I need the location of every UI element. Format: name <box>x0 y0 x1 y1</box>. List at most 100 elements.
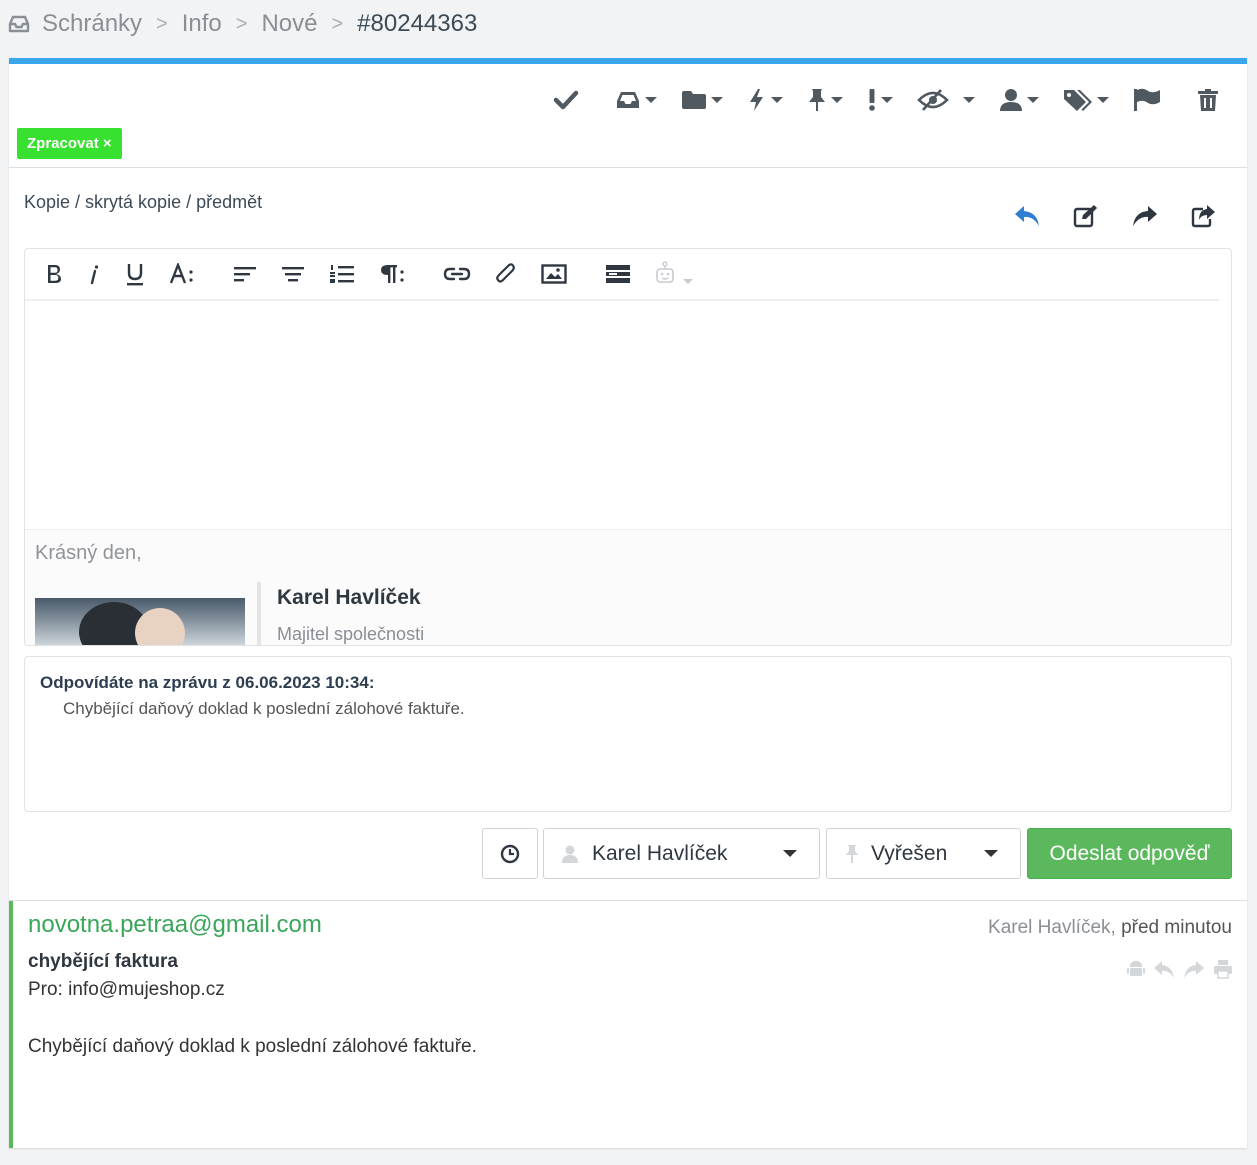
android-button[interactable] <box>1127 959 1145 979</box>
underline-icon <box>127 264 143 286</box>
chevron-down-icon <box>881 97 893 103</box>
chevron-down-icon <box>984 850 998 857</box>
chevron-down-icon <box>1027 97 1039 103</box>
android-icon <box>1127 961 1145 976</box>
message-time: před minutou <box>1121 917 1232 938</box>
chevron-down-icon <box>711 97 723 103</box>
message-subject: chybějící faktura <box>28 951 178 972</box>
paperclip-icon <box>496 263 515 283</box>
delete-button[interactable] <box>1197 88 1219 112</box>
font-size-button[interactable] <box>169 259 195 289</box>
chevron-down-icon <box>1097 97 1109 103</box>
chevron-down-icon <box>771 97 783 103</box>
schedule-button[interactable] <box>482 828 538 879</box>
inbox-dropdown[interactable] <box>615 89 657 111</box>
signature: Krásný den, Karel Havlíček Majitel spole… <box>25 529 1231 645</box>
forward-icon <box>1133 206 1157 226</box>
insert-image-button[interactable] <box>541 259 567 289</box>
message-actions <box>1119 959 1233 979</box>
assignee-select[interactable]: Karel Havlíček <box>543 828 820 879</box>
breadcrumb-info[interactable]: Info <box>182 10 222 38</box>
italic-icon <box>90 265 99 285</box>
eye-slash-icon <box>917 89 949 111</box>
reply-action-row: Karel Havlíček Vyřešen Odeslat odpověď <box>482 828 1232 879</box>
message-recipient: Pro: info@mujeshop.cz <box>28 979 225 1000</box>
print-button[interactable] <box>1213 959 1233 979</box>
pin-icon <box>809 89 825 111</box>
assign-user-dropdown[interactable] <box>999 88 1039 112</box>
message-forward-button[interactable] <box>1183 959 1205 979</box>
align-left-icon <box>234 267 256 282</box>
template-button[interactable] <box>605 259 631 289</box>
exclamation-icon <box>869 89 875 111</box>
signature-greeting: Krásný den, <box>35 542 142 564</box>
inbox-icon <box>617 92 639 108</box>
divider <box>9 167 1247 168</box>
bolt-dropdown[interactable] <box>747 88 783 112</box>
align-center-icon <box>282 267 304 282</box>
chevron-down-icon <box>963 97 975 103</box>
tag-zpracovat[interactable]: Zpracovat × <box>17 128 122 159</box>
bold-icon <box>48 265 61 283</box>
folder-icon <box>682 91 706 109</box>
align-left-button[interactable] <box>233 259 257 289</box>
italic-button[interactable] <box>87 259 101 289</box>
message-body: Chybějící daňový doklad k poslední záloh… <box>28 1036 477 1057</box>
signature-divider <box>257 582 261 645</box>
breadcrumb-separator: > <box>235 12 248 35</box>
attach-file-button[interactable] <box>495 259 517 289</box>
paragraph-button[interactable] <box>379 259 405 289</box>
robot-icon <box>656 261 674 283</box>
reply-editor: Krásný den, Karel Havlíček Majitel spole… <box>24 248 1232 646</box>
insert-link-button[interactable] <box>443 259 471 289</box>
flag-button[interactable] <box>1133 88 1161 112</box>
reply-icon <box>1015 206 1039 226</box>
message-item: novotna.petraa@gmail.com Karel Havlíček,… <box>9 901 1247 1148</box>
align-center-button[interactable] <box>281 259 305 289</box>
ai-assistant-button[interactable] <box>655 259 693 289</box>
bold-button[interactable] <box>45 259 63 289</box>
chevron-down-icon <box>683 278 693 284</box>
cc-bcc-subject-link[interactable]: Kopie / skrytá kopie / předmět <box>24 192 262 213</box>
reply-button[interactable] <box>1013 204 1041 228</box>
status-select[interactable]: Vyřešen <box>826 828 1021 879</box>
chevron-down-icon <box>831 97 843 103</box>
print-icon <box>1214 960 1232 979</box>
ticket-panel: Zpracovat × Kopie / skrytá kopie / předm… <box>9 58 1247 1148</box>
check-icon <box>553 90 579 110</box>
check-button[interactable] <box>553 89 579 111</box>
ordered-list-button[interactable] <box>329 259 355 289</box>
assignee-value: Karel Havlíček <box>592 841 728 865</box>
flag-icon <box>1134 88 1160 111</box>
share-button[interactable] <box>1191 204 1217 228</box>
message-meta: Karel Havlíček, před minutou <box>988 917 1232 939</box>
template-icon <box>606 265 630 283</box>
editor-body[interactable] <box>25 303 1231 529</box>
message-author: Karel Havlíček, <box>988 917 1116 938</box>
forward-icon <box>1184 961 1204 978</box>
breadcrumb-nove[interactable]: Nové <box>261 10 317 38</box>
signature-name: Karel Havlíček <box>277 586 421 609</box>
quoted-message: Odpovídáte na zprávu z 06.06.2023 10:34:… <box>24 656 1232 812</box>
link-icon <box>443 267 471 281</box>
forward-button[interactable] <box>1131 204 1159 228</box>
ordered-list-icon <box>330 265 354 283</box>
font-size-icon <box>169 263 193 284</box>
tags-dropdown[interactable] <box>1063 88 1109 112</box>
message-sender[interactable]: novotna.petraa@gmail.com <box>28 911 322 939</box>
ticket-toolbar <box>529 80 1219 120</box>
breadcrumb: Schránky > Info > Nové > #80244363 <box>8 8 477 40</box>
bolt-icon <box>750 89 763 111</box>
visibility-dropdown[interactable] <box>917 88 975 112</box>
edit-icon <box>1073 205 1097 228</box>
folder-dropdown[interactable] <box>681 89 723 111</box>
send-reply-button[interactable]: Odeslat odpověď <box>1027 828 1232 879</box>
inbox-icon <box>8 14 30 34</box>
priority-dropdown[interactable] <box>867 88 893 112</box>
message-reply-button[interactable] <box>1153 959 1175 979</box>
breadcrumb-schranky[interactable]: Schránky <box>42 10 142 38</box>
note-button[interactable] <box>1073 204 1099 228</box>
underline-button[interactable] <box>125 259 145 289</box>
pin-dropdown[interactable] <box>807 88 843 112</box>
reply-icon <box>1154 961 1174 978</box>
